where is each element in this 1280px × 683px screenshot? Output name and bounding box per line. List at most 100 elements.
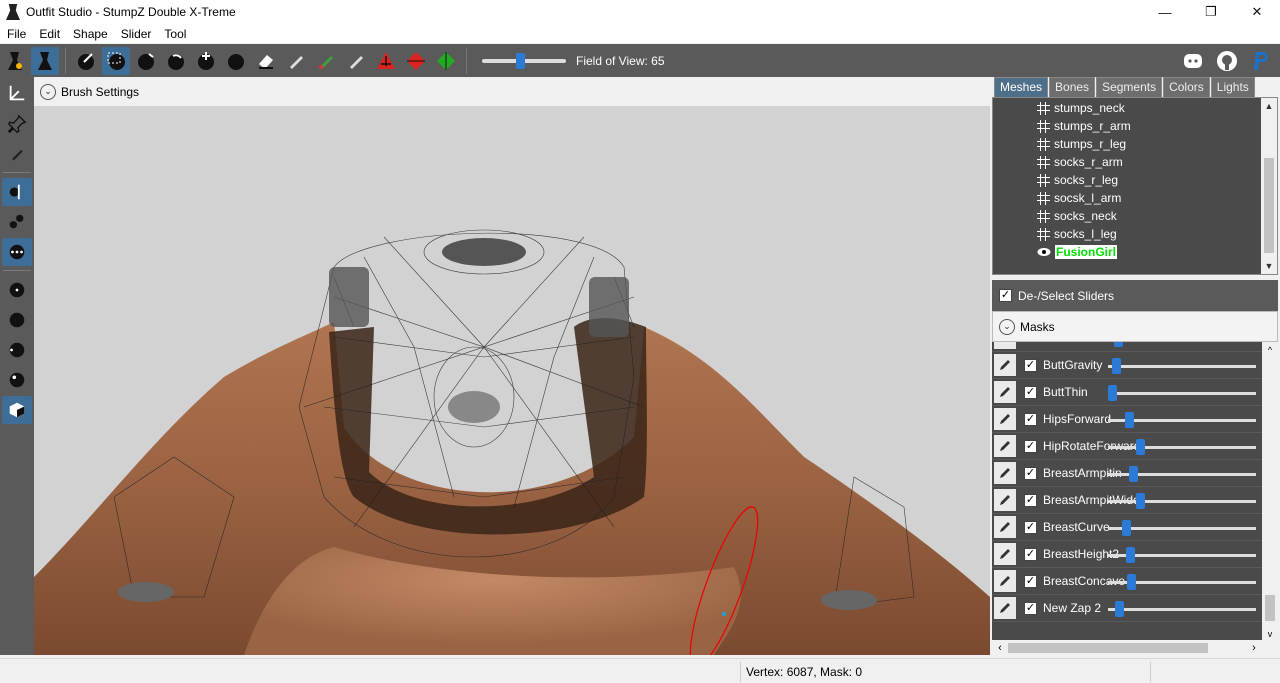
brush-side-icon[interactable] xyxy=(2,336,32,364)
slider-thumb[interactable] xyxy=(1112,358,1121,374)
scroll-thumb[interactable] xyxy=(1008,643,1208,653)
mesh-item[interactable]: socks_neck xyxy=(1037,207,1117,225)
pencil-icon[interactable] xyxy=(994,408,1016,430)
chevron-down-icon[interactable]: ⌄ xyxy=(40,83,56,100)
alpha-brush-icon[interactable] xyxy=(342,47,370,75)
slider-track[interactable] xyxy=(1108,520,1256,536)
slider-thumb[interactable] xyxy=(1122,520,1131,536)
mesh-item[interactable]: socsk_l_arm xyxy=(1037,189,1121,207)
slider-track[interactable] xyxy=(1108,466,1256,482)
slider-track[interactable] xyxy=(1108,574,1256,590)
slider-thumb[interactable] xyxy=(1114,342,1123,347)
mesh-item[interactable]: socks_r_leg xyxy=(1037,171,1118,189)
scroll-right-icon[interactable]: › xyxy=(1246,642,1262,654)
vertex-view-icon[interactable] xyxy=(2,178,32,206)
pencil-icon[interactable] xyxy=(994,570,1016,592)
menu-edit[interactable]: Edit xyxy=(32,27,66,41)
slider-thumb[interactable] xyxy=(1115,601,1124,617)
brush-settings-label[interactable]: Brush Settings xyxy=(61,85,139,99)
axis-tool-icon[interactable] xyxy=(2,79,32,107)
masks-label[interactable]: Masks xyxy=(1020,320,1055,334)
scroll-up-icon[interactable]: ▲ xyxy=(1261,98,1277,114)
slider-track[interactable] xyxy=(1108,358,1256,374)
weight-brush-icon[interactable] xyxy=(282,47,310,75)
mask-brush-icon[interactable] xyxy=(102,46,130,75)
pencil-icon[interactable] xyxy=(994,516,1016,538)
pencil-icon[interactable] xyxy=(994,543,1016,565)
menu-file[interactable]: File xyxy=(0,27,32,41)
maximize-button[interactable]: ❐ xyxy=(1188,0,1234,24)
edit-tool-icon[interactable] xyxy=(2,140,32,168)
slider-thumb[interactable] xyxy=(1126,547,1135,563)
points-view-icon[interactable] xyxy=(2,238,32,266)
fov-slider[interactable] xyxy=(482,52,566,69)
undiff-brush-icon[interactable] xyxy=(252,47,280,75)
slider-checkbox[interactable]: ✓ xyxy=(1024,520,1037,534)
slider-track[interactable] xyxy=(1108,601,1256,617)
select-brush-icon[interactable] xyxy=(72,47,100,75)
slider-checkbox[interactable]: ✓ xyxy=(1024,439,1037,453)
tab-segments[interactable]: Segments xyxy=(1096,77,1163,97)
wireframe-view-icon[interactable] xyxy=(2,208,32,236)
tab-colors[interactable]: Colors xyxy=(1163,77,1210,97)
deselect-sliders-checkbox[interactable]: ✓ xyxy=(999,289,1012,302)
slider-track[interactable] xyxy=(1108,385,1256,401)
pivot-icon[interactable] xyxy=(402,47,430,75)
slider-thumb[interactable] xyxy=(1129,466,1138,482)
mesh-item[interactable]: socks_l_leg xyxy=(1037,225,1117,243)
slider-track[interactable] xyxy=(1108,547,1256,563)
transform-icon[interactable] xyxy=(372,47,400,75)
scroll-down-icon[interactable]: v xyxy=(1262,626,1278,642)
slider-checkbox[interactable]: ✓ xyxy=(1024,493,1037,507)
pencil-icon[interactable] xyxy=(994,435,1016,457)
discord-icon[interactable] xyxy=(1180,48,1206,74)
fov-slider-thumb[interactable] xyxy=(516,52,525,69)
tab-lights[interactable]: Lights xyxy=(1210,77,1255,97)
pencil-icon[interactable] xyxy=(994,597,1016,619)
slider-checkbox[interactable]: ✓ xyxy=(1024,601,1037,615)
mesh-item-selected[interactable]: FusionGirl xyxy=(1037,243,1117,261)
mesh-item[interactable]: socks_r_arm xyxy=(1037,153,1123,171)
slider-thumb[interactable] xyxy=(1127,574,1136,590)
menu-slider[interactable]: Slider xyxy=(114,27,158,41)
reference-mode-icon[interactable] xyxy=(31,46,59,75)
scroll-thumb[interactable] xyxy=(1264,158,1274,253)
slider-thumb[interactable] xyxy=(1136,493,1145,509)
pencil-icon[interactable] xyxy=(994,489,1016,511)
inflate-brush-icon[interactable] xyxy=(132,47,160,75)
mesh-list-scrollbar[interactable]: ▲ ▼ xyxy=(1261,98,1277,274)
brush-light-icon[interactable] xyxy=(2,366,32,394)
slider-list-scrollbar[interactable]: ^ v xyxy=(1262,342,1278,642)
slider-track[interactable] xyxy=(1108,493,1256,509)
paypal-icon[interactable] xyxy=(1248,48,1274,74)
slider-checkbox[interactable]: ✓ xyxy=(1024,412,1037,426)
deflate-brush-icon[interactable] xyxy=(162,47,190,75)
chevron-down-icon[interactable]: ⌄ xyxy=(999,318,1015,335)
scroll-thumb[interactable] xyxy=(1265,595,1275,621)
eye-icon[interactable] xyxy=(1037,247,1051,257)
pencil-icon[interactable] xyxy=(994,342,1016,349)
slider-track[interactable] xyxy=(1108,439,1256,455)
move-brush-icon[interactable] xyxy=(192,47,220,75)
slider-checkbox[interactable]: ✓ xyxy=(1024,466,1037,480)
scroll-left-icon[interactable]: ‹ xyxy=(992,642,1008,654)
texture-cube-icon[interactable] xyxy=(2,396,32,424)
vertex-select-icon[interactable] xyxy=(432,47,460,75)
slider-checkbox[interactable]: ✓ xyxy=(1024,385,1037,399)
pin-tool-icon[interactable] xyxy=(2,110,32,138)
close-button[interactable]: ✕ xyxy=(1234,0,1280,24)
tab-meshes[interactable]: Meshes xyxy=(994,77,1049,97)
slider-checkbox[interactable]: ✓ xyxy=(1024,547,1037,561)
mesh-item[interactable]: stumps_r_arm xyxy=(1037,117,1131,135)
scroll-up-icon[interactable]: ^ xyxy=(1262,342,1278,358)
menu-shape[interactable]: Shape xyxy=(66,27,114,41)
slider-horizontal-scrollbar[interactable]: ‹ › xyxy=(992,640,1262,656)
minimize-button[interactable]: — xyxy=(1142,0,1188,24)
scroll-down-icon[interactable]: ▼ xyxy=(1261,258,1277,274)
slider-checkbox[interactable]: ✓ xyxy=(1024,574,1037,588)
mesh-item[interactable]: stumps_neck xyxy=(1037,99,1125,117)
mesh-item[interactable]: stumps_r_leg xyxy=(1037,135,1126,153)
slider-track[interactable] xyxy=(1108,412,1256,428)
viewport-3d[interactable] xyxy=(34,77,990,655)
pencil-icon[interactable] xyxy=(994,462,1016,484)
